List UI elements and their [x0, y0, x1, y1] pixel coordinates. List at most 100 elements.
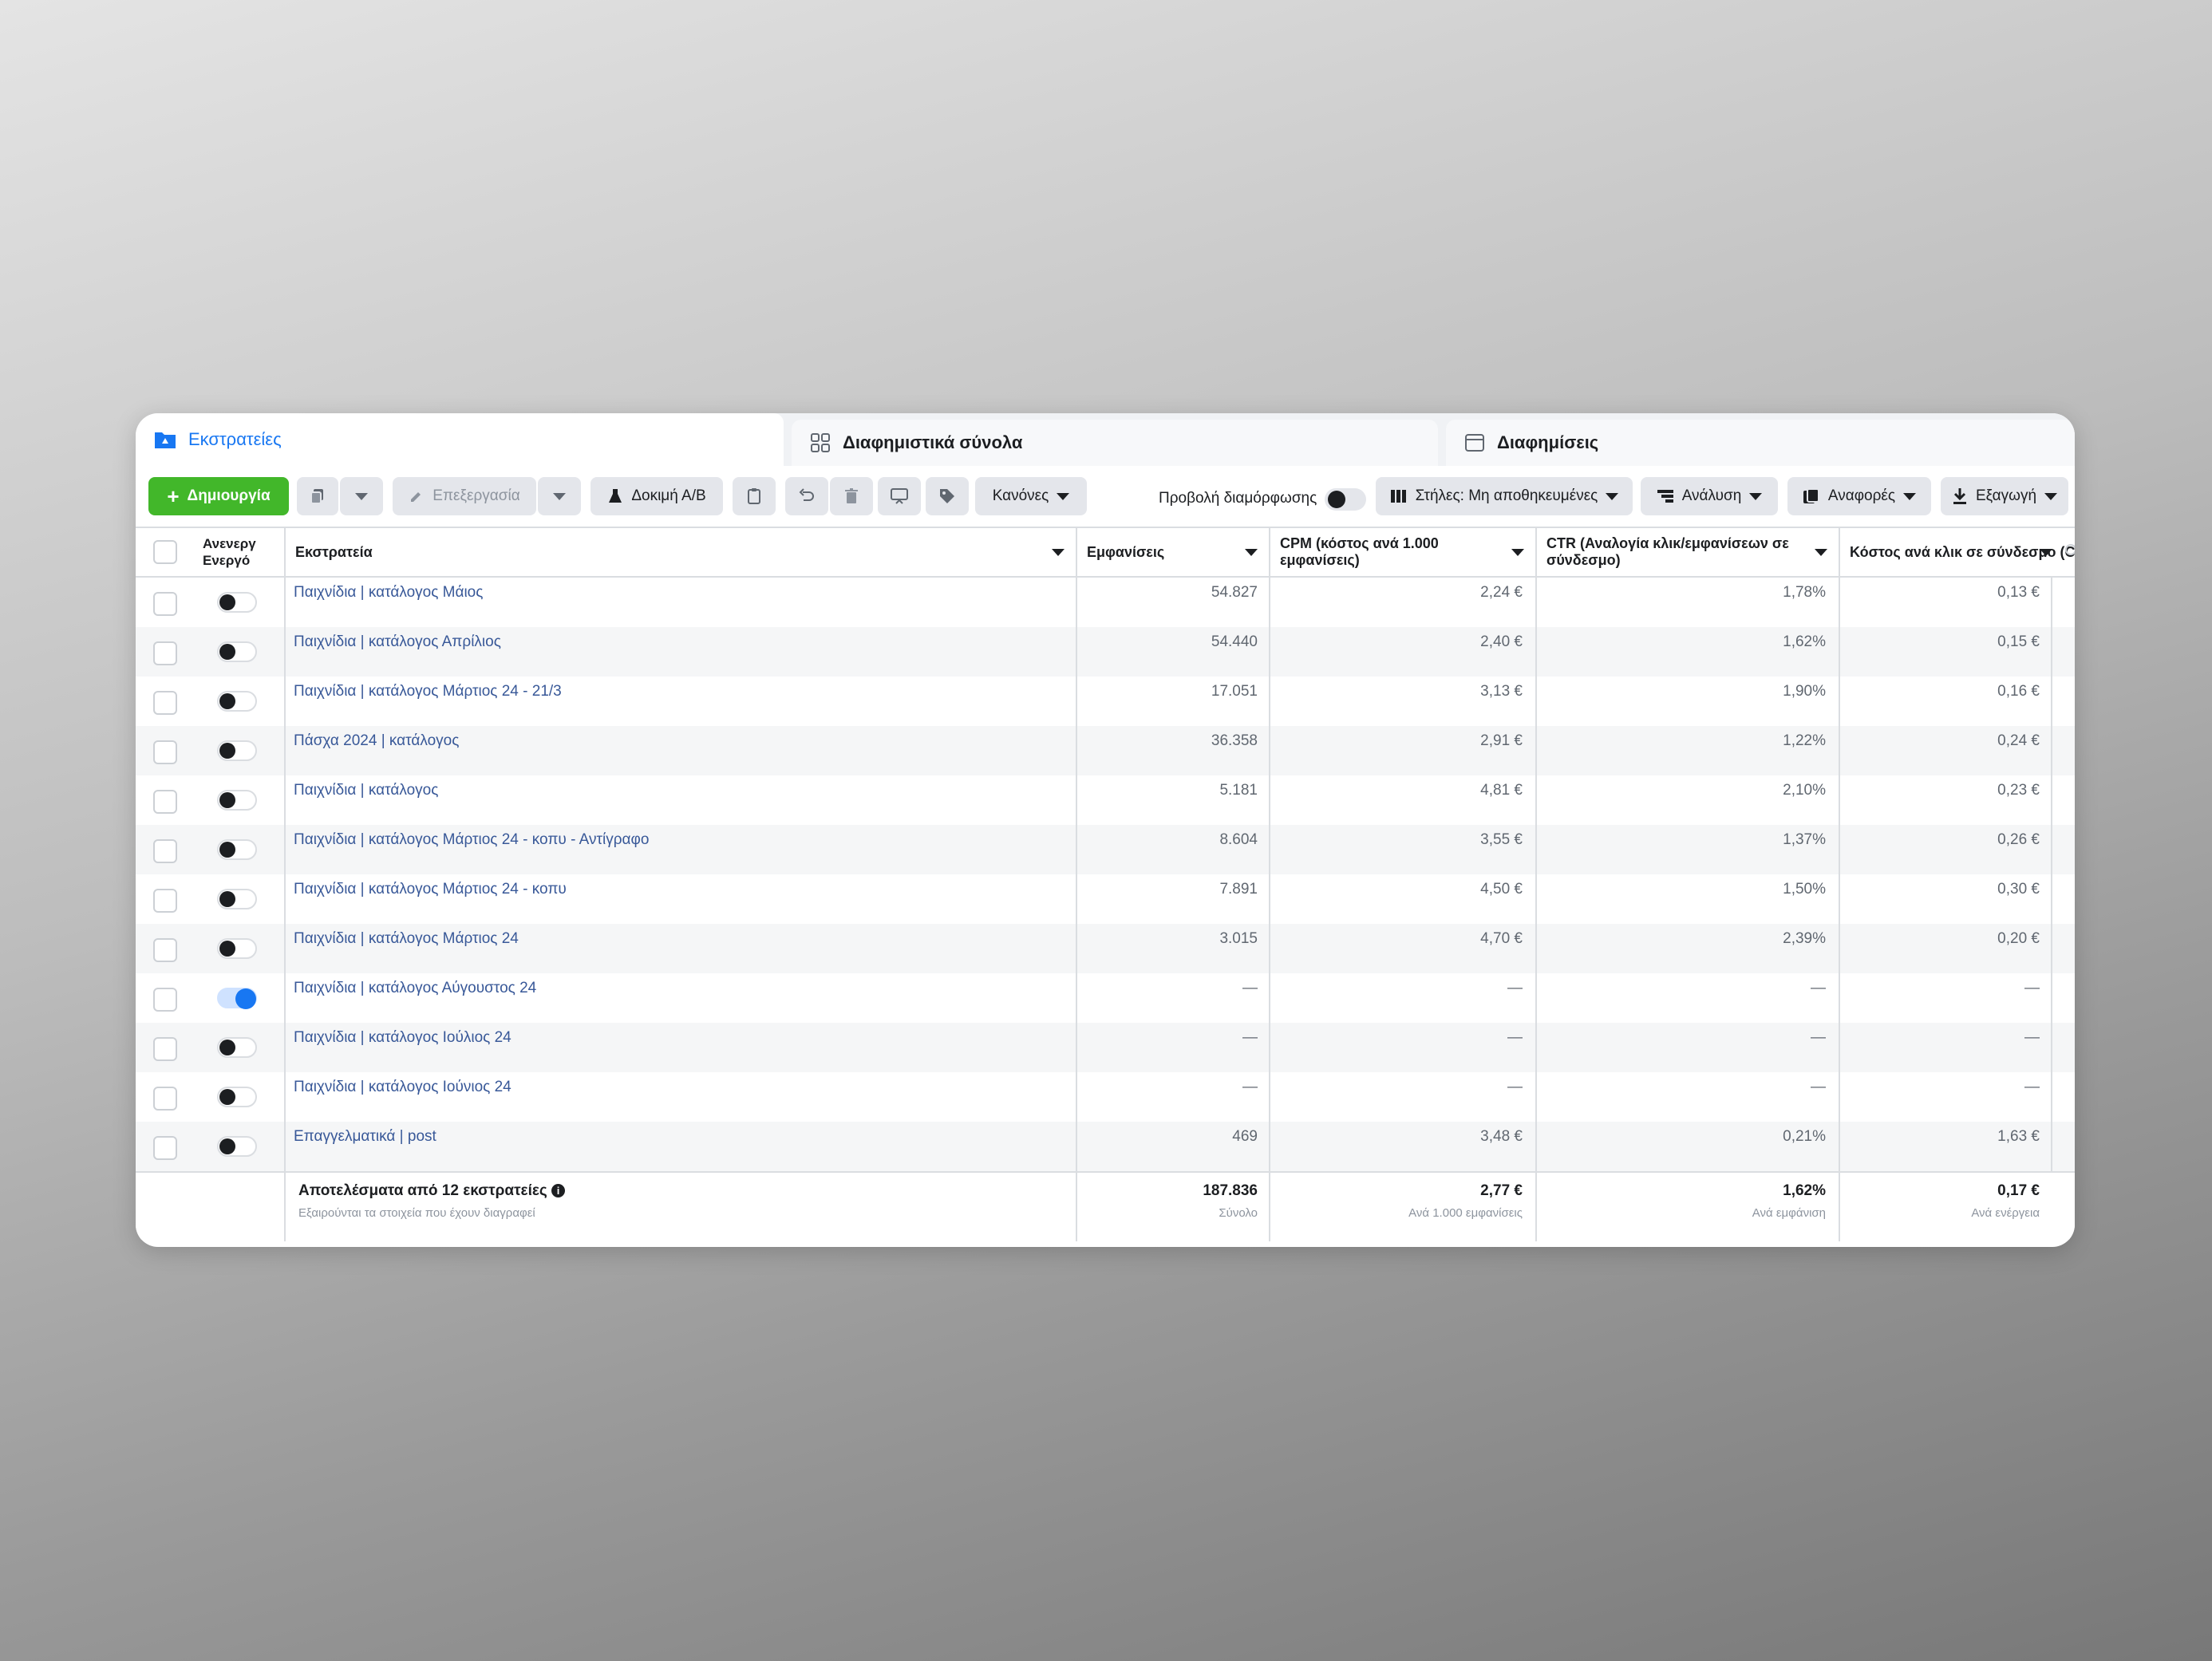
impressions-value: — [1242, 1079, 1258, 1095]
export-dropdown[interactable]: Εξαγωγή [1941, 477, 2068, 515]
undo-button[interactable] [785, 477, 828, 515]
ab-test-button[interactable]: Δοκιμή Α/Β [591, 477, 723, 515]
campaign-name-link[interactable]: Παιχνίδια | κατάλογος Αύγουστος 24 [294, 980, 536, 997]
ad-window-icon [1465, 434, 1484, 452]
settings-gear-icon[interactable] [2065, 544, 2075, 555]
impressions-value: 36.358 [1211, 732, 1258, 749]
cpm-value: — [1507, 1029, 1523, 1046]
chevron-down-icon [553, 492, 566, 500]
campaign-status-toggle[interactable] [217, 691, 257, 712]
campaign-name-link[interactable]: Παιχνίδια | κατάλογος Μάιος [294, 584, 483, 602]
toggle-knob [219, 1138, 235, 1154]
cpc-value: 0,23 € [1997, 782, 2040, 799]
cpm-value: 3,55 € [1480, 831, 1523, 848]
create-button[interactable]: + Δημιουργία [148, 477, 289, 515]
cpm-value: 2,40 € [1480, 633, 1523, 650]
duplicate-button[interactable] [297, 477, 338, 515]
select-all-checkbox[interactable] [153, 540, 177, 564]
rules-dropdown[interactable]: Κανόνες [975, 477, 1087, 515]
sort-caret-icon [1052, 549, 1065, 556]
clipboard-button[interactable] [733, 477, 776, 515]
columns-dropdown[interactable]: Στήλες: Μη αποθηκευμένες [1376, 477, 1633, 515]
campaign-status-toggle[interactable] [217, 790, 257, 811]
chevron-down-icon [1903, 492, 1917, 500]
campaign-name-link[interactable]: Επαγγελματικά | post [294, 1128, 436, 1146]
ads-manager-panel: Εκστρατείες Διαφημιστικά σύνολα Διαφημίσ… [136, 413, 2075, 1247]
preview-ad-button[interactable] [878, 477, 921, 515]
row-checkbox[interactable] [153, 691, 177, 715]
campaign-name-link[interactable]: Παιχνίδια | κατάλογος Μάρτιος 24 - κοπυ [294, 881, 567, 898]
row-checkbox[interactable] [153, 592, 177, 616]
header-impressions[interactable]: Εμφανίσεις [1076, 528, 1269, 576]
campaign-name-link[interactable]: Παιχνίδια | κατάλογος Απρίλιος [294, 633, 501, 651]
ctr-value: 1,50% [1783, 881, 1826, 898]
impressions-value: 5.181 [1219, 782, 1258, 799]
campaign-name-link[interactable]: Παιχνίδια | κατάλογος Μάρτιος 24 [294, 930, 519, 948]
impressions-value: 8.604 [1219, 831, 1258, 848]
header-cpm[interactable]: CPM (κόστος ανά 1.000 εμφανίσεις) [1269, 528, 1535, 576]
level-tabs: Εκστρατείες Διαφημιστικά σύνολα Διαφημίσ… [136, 413, 2075, 466]
cpm-value: 2,91 € [1480, 732, 1523, 749]
campaign-status-toggle[interactable] [217, 889, 257, 909]
toggle-knob [219, 1089, 235, 1105]
campaign-status-toggle[interactable] [217, 839, 257, 860]
campaign-name-link[interactable]: Πάσχα 2024 | κατάλογος [294, 732, 459, 750]
ctr-value: 1,78% [1783, 584, 1826, 601]
row-checkbox[interactable] [153, 1037, 177, 1061]
campaign-name-link[interactable]: Παιχνίδια | κατάλογος Ιούλιος 24 [294, 1029, 512, 1047]
campaign-name-link[interactable]: Παιχνίδια | κατάλογος Ιούνιος 24 [294, 1079, 512, 1096]
toggle-knob [219, 693, 235, 709]
delete-button[interactable] [830, 477, 873, 515]
campaign-status-toggle[interactable] [217, 1037, 257, 1058]
ctr-value: 2,39% [1783, 930, 1826, 947]
tab-campaigns[interactable]: Εκστρατείες [136, 413, 784, 466]
campaign-status-toggle[interactable] [217, 1087, 257, 1107]
campaign-name-link[interactable]: Παιχνίδια | κατάλογος [294, 782, 438, 799]
sort-caret-icon [1511, 549, 1524, 556]
row-checkbox[interactable] [153, 938, 177, 962]
table-row: Παιχνίδια | κατάλογος Αύγουστος 24 — — — — [136, 973, 2075, 1023]
table-row: Παιχνίδια | κατάλογος Ιούλιος 24 — — — — [136, 1023, 2075, 1072]
campaign-name-link[interactable]: Παιχνίδια | κατάλογος Μάρτιος 24 - 21/3 [294, 683, 562, 700]
info-icon[interactable]: i [551, 1184, 566, 1198]
table-row: Παιχνίδια | κατάλογος Μάρτιος 24 - κοπυ 7… [136, 874, 2075, 924]
toolbar: + Δημιουργία Επεξεργασία Δοκιμή Α/Β Κανό… [136, 466, 2075, 527]
table-row: Παιχνίδια | κατάλογος 5.181 4,81 € 2,10% 0,2… [136, 775, 2075, 825]
row-checkbox[interactable] [153, 988, 177, 1012]
table-row: Παιχνίδια | κατάλογος Ιούνιος 24 — — — — [136, 1072, 2075, 1122]
row-checkbox[interactable] [153, 1136, 177, 1160]
campaign-status-toggle[interactable] [217, 740, 257, 761]
summary-cpc-label: Ανά ενέργεια [1971, 1206, 2040, 1220]
header-ctr[interactable]: CTR (Αναλογία κλικ/εμφανίσεων σε σύνδεσμ… [1535, 528, 1839, 576]
campaign-status-toggle[interactable] [217, 592, 257, 613]
row-checkbox[interactable] [153, 1087, 177, 1111]
row-checkbox[interactable] [153, 839, 177, 863]
tab-ad-sets[interactable]: Διαφημιστικά σύνολα [792, 420, 1438, 466]
tag-button[interactable] [926, 477, 969, 515]
row-checkbox[interactable] [153, 790, 177, 814]
header-toggle[interactable]: Ανενεργ Ενεργό [192, 528, 279, 576]
header-campaign[interactable]: Εκστρατεία [284, 528, 1076, 576]
edit-dropdown[interactable] [538, 477, 581, 515]
campaign-status-toggle[interactable] [217, 1136, 257, 1157]
campaign-status-toggle[interactable] [217, 938, 257, 959]
duplicate-dropdown[interactable] [340, 477, 383, 515]
campaign-status-toggle[interactable] [217, 988, 257, 1009]
preview-setup-toggle[interactable] [1325, 488, 1366, 511]
breakdown-dropdown[interactable]: Ανάλυση [1641, 477, 1778, 515]
toggle-knob [219, 743, 235, 759]
preview-setup-label: Προβολή διαμόρφωσης [1159, 490, 1317, 507]
campaign-name-link[interactable]: Παιχνίδια | κατάλογος Μάρτιος 24 - κοπυ … [294, 831, 649, 849]
campaign-status-toggle[interactable] [217, 641, 257, 662]
edit-button[interactable]: Επεξεργασία [393, 477, 536, 515]
summary-title: Αποτελέσματα από 12 εκστρατείες i [298, 1182, 566, 1200]
row-checkbox[interactable] [153, 641, 177, 665]
toggle-knob [219, 644, 235, 660]
table-row: Παιχνίδια | κατάλογος Μάρτιος 24 - 21/3 1… [136, 677, 2075, 726]
chevron-down-icon [1749, 492, 1763, 500]
row-checkbox[interactable] [153, 889, 177, 913]
row-checkbox[interactable] [153, 740, 177, 764]
reports-dropdown[interactable]: Αναφορές [1787, 477, 1931, 515]
impressions-value: 469 [1232, 1128, 1258, 1145]
tab-ads[interactable]: Διαφημίσεις [1446, 420, 2075, 466]
